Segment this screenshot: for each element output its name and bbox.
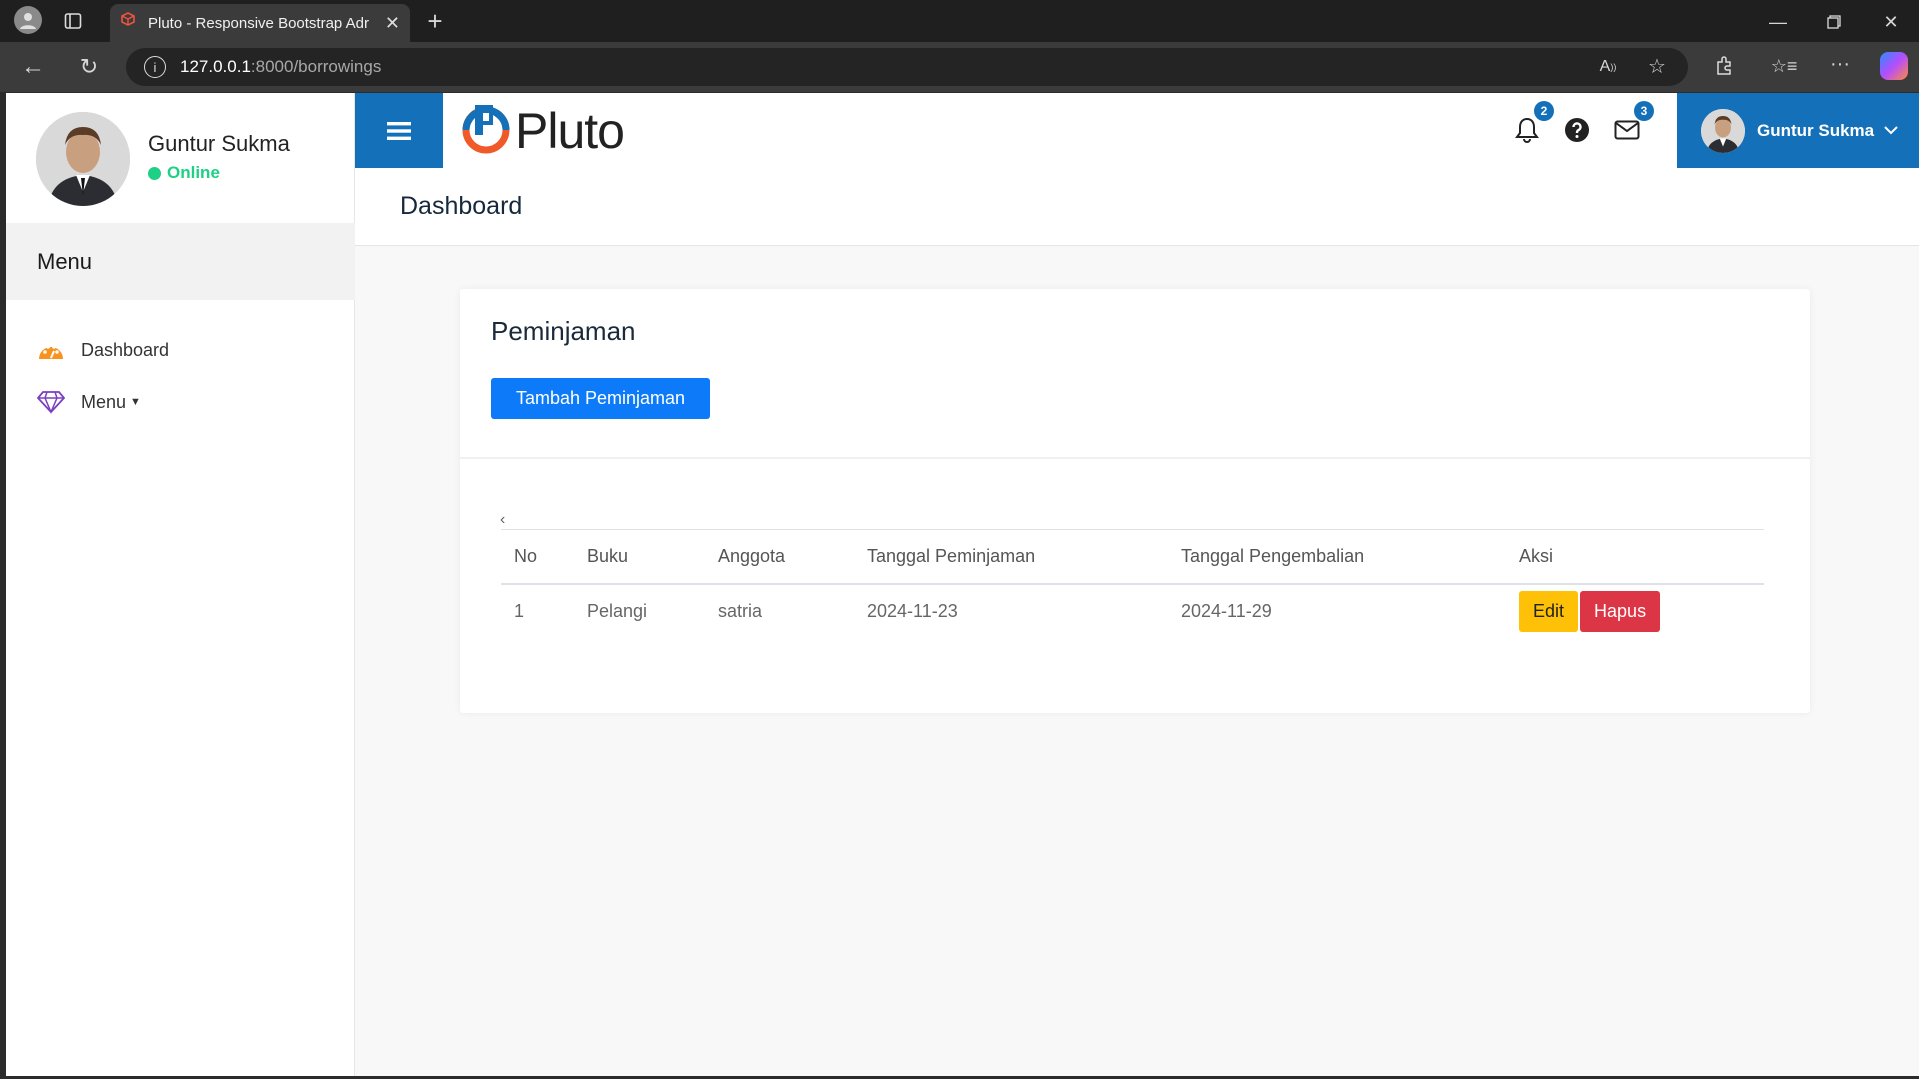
card-title: Peminjaman bbox=[491, 316, 636, 346]
add-borrowing-button[interactable]: Tambah Peminjaman bbox=[491, 378, 710, 419]
avatar bbox=[36, 112, 130, 206]
sidebar-item-menu[interactable]: Menu ▼ bbox=[37, 388, 141, 416]
column-header: Tanggal Pengembalian bbox=[1168, 529, 1506, 585]
column-header: No bbox=[501, 529, 574, 585]
diamond-icon bbox=[37, 388, 65, 416]
pluto-logo-icon bbox=[461, 101, 511, 160]
sidebar-item-label: Dashboard bbox=[81, 339, 170, 360]
sidebar-item-dashboard[interactable]: Dashboard bbox=[37, 336, 169, 364]
envelope-icon bbox=[1614, 120, 1640, 140]
browser-toolbar: ← ↻ i 127.0.0.1:8000/borrowings A)) ☆ ☆≡… bbox=[0, 42, 1919, 92]
page-viewport: Guntur Sukma Online Menu Dashboard Menu … bbox=[6, 93, 1919, 1076]
restore-icon[interactable] bbox=[1822, 10, 1846, 34]
column-header: Tanggal Peminjaman bbox=[854, 529, 1168, 585]
topbar: Pluto 2 3 Guntur Sukma bbox=[355, 93, 1919, 168]
page-title: Dashboard bbox=[400, 192, 523, 220]
table-header-row: No Buku Anggota Tanggal Peminjaman Tangg… bbox=[501, 529, 1764, 585]
chevron-down-icon bbox=[1884, 122, 1898, 140]
browser-tab[interactable]: Pluto - Responsive Bootstrap Adr ✕ bbox=[110, 4, 410, 42]
tab-title: Pluto - Responsive Bootstrap Adr bbox=[148, 14, 369, 32]
table-row: 1 Pelangi satria 2024-11-23 2024-11-29 E… bbox=[501, 584, 1764, 638]
user-dropdown[interactable]: Guntur Sukma bbox=[1677, 93, 1919, 168]
topbar-user-name: Guntur Sukma bbox=[1757, 120, 1875, 140]
site-info-icon[interactable]: i bbox=[144, 56, 166, 78]
cell-anggota: satria bbox=[718, 600, 763, 621]
borrowings-card: Peminjaman Tambah Peminjaman ‹ No Buku A… bbox=[460, 289, 1810, 713]
table-scroll-prev[interactable]: ‹ bbox=[500, 511, 505, 529]
dashboard-icon bbox=[37, 336, 65, 364]
logo-text: Pluto bbox=[515, 102, 625, 159]
notifications-badge: 2 bbox=[1534, 101, 1554, 121]
browser-profile-icon[interactable] bbox=[14, 6, 42, 34]
window-close-icon[interactable]: ✕ bbox=[1879, 10, 1903, 34]
edit-button[interactable]: Edit bbox=[1519, 590, 1579, 632]
cell-no: 1 bbox=[514, 600, 525, 621]
new-tab-icon[interactable]: + bbox=[422, 6, 448, 36]
notifications-button[interactable]: 2 bbox=[1512, 101, 1554, 145]
laravel-favicon-icon bbox=[120, 11, 138, 35]
read-aloud-icon[interactable]: A)) bbox=[1596, 55, 1620, 79]
online-status: Online bbox=[148, 163, 220, 183]
column-header: Anggota bbox=[705, 529, 854, 585]
extensions-icon[interactable] bbox=[1712, 54, 1736, 78]
sidebar-profile: Guntur Sukma Online bbox=[6, 93, 355, 223]
browser-tabbar: Pluto - Responsive Bootstrap Adr ✕ + — ✕ bbox=[0, 0, 1919, 42]
column-header: Buku bbox=[574, 529, 705, 585]
help-icon bbox=[1565, 118, 1589, 142]
more-options-icon[interactable]: ··· bbox=[1828, 52, 1852, 76]
menu-heading: Menu bbox=[6, 223, 355, 300]
page-titlebar: Dashboard bbox=[355, 168, 1919, 246]
caret-down-icon: ▼ bbox=[130, 396, 141, 408]
help-button[interactable] bbox=[1562, 115, 1592, 145]
sidebar-item-label: Menu bbox=[81, 391, 127, 412]
sidebar-user-name: Guntur Sukma bbox=[148, 131, 290, 156]
avatar bbox=[1701, 108, 1745, 153]
messages-badge: 3 bbox=[1634, 101, 1654, 121]
back-icon[interactable]: ← bbox=[20, 53, 46, 80]
column-header: Aksi bbox=[1506, 529, 1764, 585]
cell-tanggal-peminjaman: 2024-11-23 bbox=[867, 600, 958, 621]
favorite-star-icon[interactable]: ☆ bbox=[1645, 54, 1669, 78]
address-bar[interactable]: i 127.0.0.1:8000/borrowings bbox=[126, 48, 1688, 86]
refresh-icon[interactable]: ↻ bbox=[76, 54, 102, 80]
card-header: Peminjaman Tambah Peminjaman bbox=[460, 289, 1810, 459]
hamburger-menu-button[interactable] bbox=[355, 93, 443, 168]
tab-close-icon[interactable]: ✕ bbox=[385, 13, 400, 34]
cell-tanggal-pengembalian: 2024-11-29 bbox=[1181, 600, 1272, 621]
logo[interactable]: Pluto bbox=[461, 101, 625, 160]
hamburger-icon bbox=[387, 121, 411, 140]
borrowings-table: No Buku Anggota Tanggal Peminjaman Tangg… bbox=[501, 529, 1764, 638]
messages-button[interactable]: 3 bbox=[1612, 101, 1654, 145]
url-host: 127.0.0.1 bbox=[180, 57, 251, 76]
delete-button[interactable]: Hapus bbox=[1580, 590, 1661, 632]
copilot-icon[interactable] bbox=[1880, 52, 1908, 80]
minimize-icon[interactable]: — bbox=[1766, 10, 1790, 34]
favorites-icon[interactable]: ☆≡ bbox=[1771, 54, 1798, 78]
cell-aksi: Edit Hapus bbox=[1506, 584, 1764, 638]
online-dot-icon bbox=[148, 166, 161, 180]
tab-actions-icon[interactable] bbox=[62, 10, 84, 32]
url-path: :8000/borrowings bbox=[250, 57, 382, 76]
status-label: Online bbox=[167, 163, 220, 182]
bell-icon bbox=[1515, 117, 1539, 143]
sidebar: Guntur Sukma Online Menu Dashboard Menu … bbox=[6, 93, 355, 1076]
cell-buku: Pelangi bbox=[587, 600, 648, 621]
